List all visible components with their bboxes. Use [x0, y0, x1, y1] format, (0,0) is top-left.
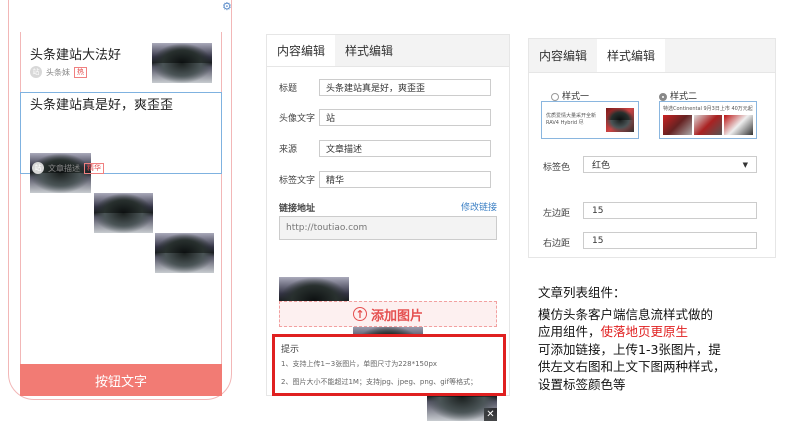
tip-line-1: 1、支持上传1~3张图片，单图尺寸为228*150px	[281, 360, 438, 368]
description-line: 设置标签颜色等	[538, 376, 626, 392]
style-editor-panel: 内容编辑 样式编辑 样式一 样式二 优质爱情大量采开全新RAV4 Hybrid …	[528, 38, 776, 258]
description-line: 可添加链接，上传1-3张图片，提	[538, 341, 721, 357]
close-icon[interactable]: ✕	[484, 408, 497, 421]
description-highlight: 使落地页更原生	[600, 324, 689, 339]
source-text: 文章描述	[48, 163, 80, 173]
description-text: 应用组件，	[538, 324, 601, 339]
preview-image	[606, 108, 634, 132]
editor-tabs: 内容编辑 样式编辑	[267, 35, 509, 67]
description-line: 模仿头条客户端信息流样式做的	[538, 306, 714, 322]
description-line: 供左文右图和上文下图两种样式，	[538, 359, 726, 374]
avatar: 站	[32, 162, 44, 174]
article-meta: 站 头条妹 热	[30, 66, 87, 78]
link-input[interactable]: http://toutiao.com	[279, 216, 497, 240]
preview-image	[693, 115, 723, 135]
style-preview-1[interactable]: 优质爱情大量采开全新RAV4 Hybrid 尽	[541, 101, 639, 139]
tag-text-input[interactable]: 精华	[319, 171, 491, 188]
preview-text: 优质爱情大量采开全新RAV4 Hybrid 尽	[546, 113, 597, 126]
link-label: 链接地址	[279, 204, 316, 214]
style-preview-2[interactable]: 特选Continental 9月3日上市 40万元起	[659, 101, 757, 139]
article-title: 头条建站真是好，爽歪歪	[30, 98, 174, 113]
field-label: 标题	[279, 84, 298, 94]
preview-image	[663, 115, 692, 135]
tips-box: 提示 1、支持上传1~3张图片，单图尺寸为228*150px 2、图片大小不能超…	[272, 334, 506, 396]
add-image-button[interactable]: ↑ 添加图片	[279, 301, 497, 327]
field-label: 标签文字	[279, 176, 316, 186]
avatar-text-input[interactable]: 站	[319, 109, 491, 126]
form-row-source: 来源 文章描述	[279, 140, 491, 157]
article-badge: 精华	[84, 162, 104, 174]
article-thumbnail	[152, 43, 212, 83]
form-row-title: 标题 头条建站真是好，爽歪歪	[279, 79, 491, 96]
form-row-tag: 标签文字 精华	[279, 171, 491, 188]
preview-text: 特选Continental 9月3日上市 40万元起	[663, 106, 753, 112]
source-input[interactable]: 文章描述	[319, 140, 491, 157]
tag-color-label: 标签色	[543, 163, 571, 173]
tab-content-edit[interactable]: 内容编辑	[529, 39, 597, 72]
article-badge: 热	[74, 66, 87, 78]
tip-line-2: 2、图片大小不能超过1M；支持jpg、jpeg、png、gif等格式；	[281, 378, 478, 386]
component-description: 文章列表组件： 模仿头条客户端信息流样式做的 应用组件，使落地页更原生 可添加链…	[538, 284, 788, 393]
author-name: 头条妹	[46, 67, 70, 77]
gear-icon[interactable]: ⚙	[222, 0, 232, 13]
style-editor-tabs: 内容编辑 样式编辑	[529, 39, 775, 73]
select-value: 红色	[592, 161, 611, 171]
bottom-button[interactable]: 按钮文字	[20, 364, 222, 396]
radio-icon	[551, 92, 559, 101]
radio-selected-icon	[659, 92, 667, 101]
tab-content-edit[interactable]: 内容编辑	[267, 35, 336, 66]
tab-style-edit[interactable]: 样式编辑	[597, 39, 666, 72]
left-margin-input[interactable]: 15	[583, 202, 757, 219]
description-title: 文章列表组件：	[538, 285, 626, 300]
tab-style-edit[interactable]: 样式编辑	[335, 35, 403, 66]
article-item[interactable]: 头条建站大法好	[30, 44, 121, 63]
description-line-2: 应用组件，使落地页更原生	[538, 323, 788, 341]
form-row-avatar: 头像文字 站	[279, 109, 491, 126]
article-title: 头条建站大法好	[30, 48, 122, 63]
preview-image	[724, 115, 754, 135]
left-margin-label: 左边距	[543, 209, 571, 219]
article-meta: 站 文章描述 精华	[32, 162, 104, 174]
chevron-down-icon: ▼	[742, 160, 748, 169]
avatar: 站	[30, 66, 42, 78]
title-input[interactable]: 头条建站真是好，爽歪歪	[319, 79, 491, 96]
edit-link-button[interactable]: 修改链接	[461, 200, 497, 213]
right-margin-label: 右边距	[543, 239, 571, 249]
tips-title: 提示	[281, 345, 300, 355]
field-label: 来源	[279, 145, 298, 155]
field-label: 头像文字	[279, 114, 316, 124]
article-image-3	[155, 233, 214, 273]
right-margin-input[interactable]: 15	[583, 232, 757, 249]
tag-color-select[interactable]: 红色 ▼	[583, 156, 757, 173]
plus-circle-icon: ↑	[352, 307, 367, 321]
article-image-2	[94, 193, 153, 233]
preview-images	[663, 115, 754, 135]
add-image-label: 添加图片	[370, 308, 423, 324]
